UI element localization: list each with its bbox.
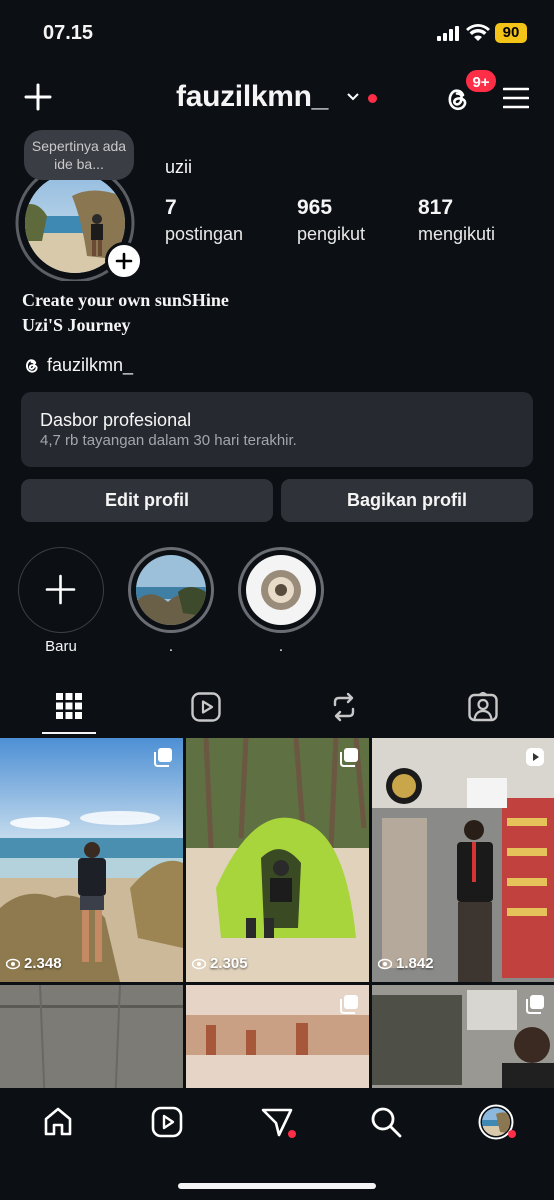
stat-followers[interactable]: 965 pengikut — [297, 196, 365, 245]
eye-icon — [378, 958, 392, 969]
bio-line-2: Uzi'S Journey — [22, 315, 131, 335]
account-alert-dot — [368, 94, 377, 103]
home-icon — [44, 1107, 72, 1136]
reels-icon — [151, 1106, 183, 1138]
carousel-icon — [153, 747, 173, 767]
stat-posts[interactable]: 7 postingan — [165, 196, 243, 245]
edit-profile-button[interactable]: Edit profil — [21, 479, 273, 522]
threads-handle: fauzilkmn_ — [47, 355, 134, 375]
stat-following-value: 817 — [418, 196, 454, 219]
create-post-button[interactable] — [24, 83, 52, 111]
notification-badge: 9+ — [464, 68, 498, 94]
nav-home[interactable] — [42, 1106, 74, 1138]
share-profile-button[interactable]: Bagikan profil — [281, 479, 533, 522]
profile-username[interactable]: fauzilkmn_ — [176, 80, 328, 114]
posts-grid: 2.348 2.305 1.842 — [0, 738, 554, 1088]
post-thumbnail[interactable] — [0, 985, 183, 1088]
tab-reposts[interactable] — [330, 692, 358, 722]
highlight-2-label: . — [278, 638, 284, 655]
active-tab-indicator — [42, 732, 96, 734]
highlight-1-label: . — [168, 638, 174, 655]
signal-icon — [437, 26, 459, 41]
bio-line-1: Create your own sunSHine — [22, 290, 229, 310]
threads-small-icon — [22, 356, 41, 375]
post-views-count: 2.348 — [24, 955, 62, 972]
post-thumbnail[interactable]: 1.842 — [372, 738, 554, 982]
post-views: 2.348 — [6, 955, 62, 972]
highlight-new-label: Baru — [45, 638, 77, 655]
tab-grid[interactable] — [56, 693, 82, 719]
eye-icon — [6, 958, 20, 969]
chevron-down-icon[interactable] — [346, 92, 360, 102]
profile-alert-dot — [508, 1130, 516, 1138]
carousel-icon — [339, 994, 359, 1014]
tab-tagged[interactable] — [468, 692, 498, 722]
profile-note[interactable]: Sepertinya ada ide ba... — [24, 130, 134, 180]
carousel-icon — [339, 747, 359, 767]
highlight-new[interactable] — [18, 547, 104, 633]
carousel-icon — [525, 994, 545, 1014]
reels-icon — [191, 692, 221, 722]
post-thumbnail[interactable]: 2.348 — [0, 738, 183, 982]
stat-following[interactable]: 817 mengikuti — [418, 196, 495, 245]
highlight-1[interactable] — [128, 547, 214, 633]
post-views-count: 2.305 — [210, 955, 248, 972]
stat-posts-value: 7 — [165, 196, 177, 219]
add-story-button[interactable] — [105, 242, 143, 280]
stat-followers-value: 965 — [297, 196, 333, 219]
dashboard-subtitle: 4,7 rb tayangan dalam 30 hari terakhir. — [40, 432, 297, 449]
reel-icon — [525, 747, 545, 767]
wifi-icon — [466, 24, 490, 42]
threads-link[interactable]: fauzilkmn_ — [22, 355, 133, 376]
post-views-count: 1.842 — [396, 955, 434, 972]
tagged-person-icon — [468, 692, 498, 722]
stat-followers-label: pengikut — [297, 224, 366, 244]
display-name: uzii — [165, 157, 193, 177]
post-views: 2.305 — [192, 955, 248, 972]
nav-reels[interactable] — [151, 1106, 183, 1138]
post-thumbnail[interactable] — [372, 985, 554, 1088]
stat-following-label: mengikuti — [418, 224, 496, 244]
eye-icon — [192, 958, 206, 969]
highlight-2[interactable] — [238, 547, 324, 633]
battery-indicator: 90 — [495, 23, 527, 43]
professional-dashboard[interactable]: Dasbor profesional 4,7 rb tayangan dalam… — [21, 392, 533, 467]
post-thumbnail[interactable]: 2.305 — [186, 738, 369, 982]
grid-icon — [56, 693, 82, 719]
nav-search[interactable] — [370, 1106, 402, 1138]
menu-icon[interactable] — [503, 86, 529, 110]
status-time: 07.15 — [43, 22, 94, 44]
tab-reels[interactable] — [191, 692, 221, 722]
stat-posts-label: postingan — [165, 224, 244, 244]
post-thumbnail[interactable] — [186, 985, 369, 1088]
search-icon — [371, 1107, 402, 1138]
dashboard-title: Dasbor profesional — [40, 410, 192, 430]
repost-icon — [333, 692, 355, 722]
home-indicator — [178, 1183, 376, 1189]
post-views: 1.842 — [378, 955, 434, 972]
messages-alert-dot — [288, 1130, 296, 1138]
